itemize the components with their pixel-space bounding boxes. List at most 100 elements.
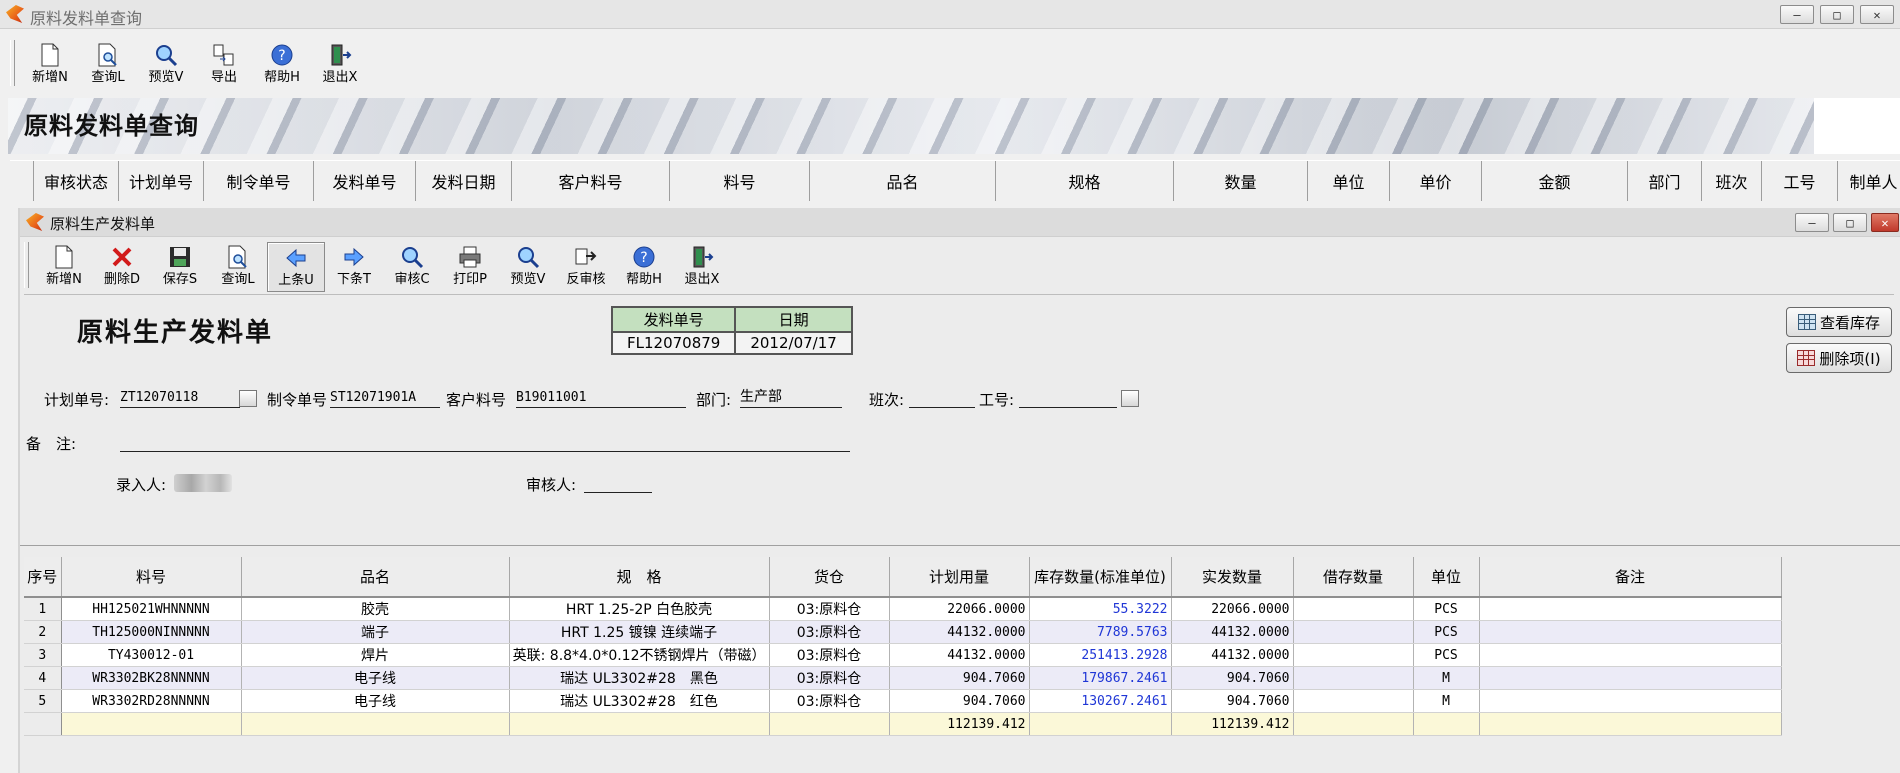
- col-warehouse[interactable]: 货仓: [769, 557, 890, 598]
- cell-note[interactable]: [1479, 620, 1782, 644]
- plan-no-lookup-button[interactable]: [239, 390, 257, 407]
- outer-preview-button[interactable]: 预览V: [137, 40, 195, 90]
- cell-unit[interactable]: PCS: [1413, 643, 1480, 667]
- cell-warehouse[interactable]: 03:原料仓: [769, 620, 890, 644]
- cell-part[interactable]: TH125000NINNNNN: [61, 620, 242, 644]
- outer-col[interactable]: 部门: [1628, 161, 1702, 201]
- outer-close-button[interactable]: ✕: [1860, 5, 1894, 24]
- remark-field[interactable]: [120, 432, 850, 452]
- table-row[interactable]: 3 TY430012-01 焊片 英联: 8.8*4.0*0.12不锈钢焊片（带…: [24, 643, 1782, 667]
- dept-field[interactable]: 生产部: [740, 388, 842, 408]
- cell-warehouse[interactable]: 03:原料仓: [769, 666, 890, 690]
- shift-field[interactable]: [909, 388, 975, 408]
- inner-close-button[interactable]: ✕: [1871, 213, 1899, 232]
- outer-maximize-button[interactable]: □: [1820, 5, 1854, 24]
- inner-unaudit-button[interactable]: 反审核: [557, 242, 615, 292]
- cell-borrow-qty[interactable]: [1293, 643, 1414, 667]
- outer-col[interactable]: 客户料号: [512, 161, 670, 201]
- cell-actual-qty[interactable]: 22066.0000: [1171, 597, 1294, 621]
- outer-query-button[interactable]: 查询L: [79, 40, 137, 90]
- inner-prev-button[interactable]: 上条U: [267, 242, 325, 292]
- cell-borrow-qty[interactable]: [1293, 597, 1414, 621]
- outer-minimize-button[interactable]: –: [1780, 5, 1814, 24]
- outer-col[interactable]: 品名: [810, 161, 996, 201]
- emp-lookup-button[interactable]: [1121, 390, 1139, 407]
- plan-no-field[interactable]: ZT12070118: [120, 388, 240, 408]
- outer-col[interactable]: 料号: [670, 161, 810, 201]
- cell-unit[interactable]: M: [1413, 689, 1480, 713]
- cell-warehouse[interactable]: 03:原料仓: [769, 643, 890, 667]
- inner-new-button[interactable]: 新增N: [35, 242, 93, 292]
- cell-spec[interactable]: HRT 1.25 镀镍 连续端子: [509, 620, 770, 644]
- inner-query-button[interactable]: 查询L: [209, 242, 267, 292]
- cell-note[interactable]: [1479, 597, 1782, 621]
- outer-col[interactable]: 工号: [1762, 161, 1838, 201]
- cell-note[interactable]: [1479, 666, 1782, 690]
- cell-actual-qty[interactable]: 44132.0000: [1171, 620, 1294, 644]
- cell-name[interactable]: 胶壳: [241, 597, 510, 621]
- cell-actual-qty[interactable]: 44132.0000: [1171, 643, 1294, 667]
- cell-part[interactable]: TY430012-01: [61, 643, 242, 667]
- outer-col[interactable]: 发料单号: [314, 161, 416, 201]
- inner-minimize-button[interactable]: –: [1795, 213, 1829, 232]
- cell-actual-qty[interactable]: 904.7060: [1171, 666, 1294, 690]
- cell-stock-qty[interactable]: 55.3222: [1029, 597, 1172, 621]
- cell-actual-qty[interactable]: 904.7060: [1171, 689, 1294, 713]
- cell-spec[interactable]: 英联: 8.8*4.0*0.12不锈钢焊片（带磁）: [509, 643, 770, 667]
- cell-name[interactable]: 电子线: [241, 689, 510, 713]
- col-plan-qty[interactable]: 计划用量: [889, 557, 1030, 598]
- outer-col[interactable]: 计划单号: [119, 161, 204, 201]
- cust-part-field[interactable]: B19011001: [516, 388, 686, 408]
- cell-plan-qty[interactable]: 44132.0000: [889, 620, 1030, 644]
- outer-col[interactable]: 发料日期: [416, 161, 512, 201]
- inner-preview-button[interactable]: 预览V: [499, 242, 557, 292]
- inner-help-button[interactable]: ? 帮助H: [615, 242, 673, 292]
- cell-stock-qty[interactable]: 7789.5763: [1029, 620, 1172, 644]
- emp-field[interactable]: [1019, 388, 1117, 408]
- table-row[interactable]: 1 HH125021WHNNNNN 胶壳 HRT 1.25-2P 白色胶壳 03…: [24, 597, 1782, 621]
- cell-stock-qty[interactable]: 130267.2461: [1029, 689, 1172, 713]
- col-part[interactable]: 料号: [61, 557, 242, 598]
- outer-col[interactable]: 单价: [1390, 161, 1482, 201]
- outer-exit-button[interactable]: 退出X: [311, 40, 369, 90]
- table-row[interactable]: 2 TH125000NINNNNN 端子 HRT 1.25 镀镍 连续端子 03…: [24, 620, 1782, 644]
- outer-col[interactable]: 数量: [1174, 161, 1308, 201]
- cell-stock-qty[interactable]: 179867.2461: [1029, 666, 1172, 690]
- inner-delete-button[interactable]: 删除D: [93, 242, 151, 292]
- outer-help-button[interactable]: ? 帮助H: [253, 40, 311, 90]
- cell-name[interactable]: 端子: [241, 620, 510, 644]
- cell-plan-qty[interactable]: 22066.0000: [889, 597, 1030, 621]
- col-name[interactable]: 品名: [241, 557, 510, 598]
- col-note[interactable]: 备注: [1479, 557, 1782, 598]
- cell-borrow-qty[interactable]: [1293, 620, 1414, 644]
- col-unit[interactable]: 单位: [1413, 557, 1480, 598]
- view-stock-button[interactable]: 查看库存: [1786, 307, 1892, 337]
- table-row[interactable]: 4 WR3302BK28NNNNN 电子线 瑞达 UL3302#28 黑色 03…: [24, 666, 1782, 690]
- outer-col[interactable]: 班次: [1702, 161, 1762, 201]
- cell-borrow-qty[interactable]: [1293, 666, 1414, 690]
- inner-maximize-button[interactable]: □: [1833, 213, 1867, 232]
- outer-new-button[interactable]: 新增N: [21, 40, 79, 90]
- cell-unit[interactable]: PCS: [1413, 620, 1480, 644]
- outer-export-button[interactable]: 导出: [195, 40, 253, 90]
- cell-stock-qty[interactable]: 251413.2928: [1029, 643, 1172, 667]
- order-no-field[interactable]: ST12071901A: [330, 388, 440, 408]
- cell-part[interactable]: HH125021WHNNNNN: [61, 597, 242, 621]
- outer-col[interactable]: 单位: [1308, 161, 1390, 201]
- outer-col[interactable]: 审核状态: [34, 161, 119, 201]
- col-seq[interactable]: 序号: [24, 557, 62, 598]
- cell-borrow-qty[interactable]: [1293, 689, 1414, 713]
- inner-next-button[interactable]: 下条T: [325, 242, 383, 292]
- cell-warehouse[interactable]: 03:原料仓: [769, 597, 890, 621]
- cell-unit[interactable]: M: [1413, 666, 1480, 690]
- table-row[interactable]: 5 WR3302RD28NNNNN 电子线 瑞达 UL3302#28 红色 03…: [24, 689, 1782, 713]
- outer-col[interactable]: 制单人: [1838, 161, 1900, 201]
- col-spec[interactable]: 规 格: [509, 557, 770, 598]
- cell-spec[interactable]: HRT 1.25-2P 白色胶壳: [509, 597, 770, 621]
- inner-audit-button[interactable]: 审核C: [383, 242, 441, 292]
- cell-unit[interactable]: PCS: [1413, 597, 1480, 621]
- delete-item-button[interactable]: 删除项(I): [1786, 343, 1892, 373]
- inner-print-button[interactable]: 打印P: [441, 242, 499, 292]
- cell-plan-qty[interactable]: 44132.0000: [889, 643, 1030, 667]
- cell-plan-qty[interactable]: 904.7060: [889, 689, 1030, 713]
